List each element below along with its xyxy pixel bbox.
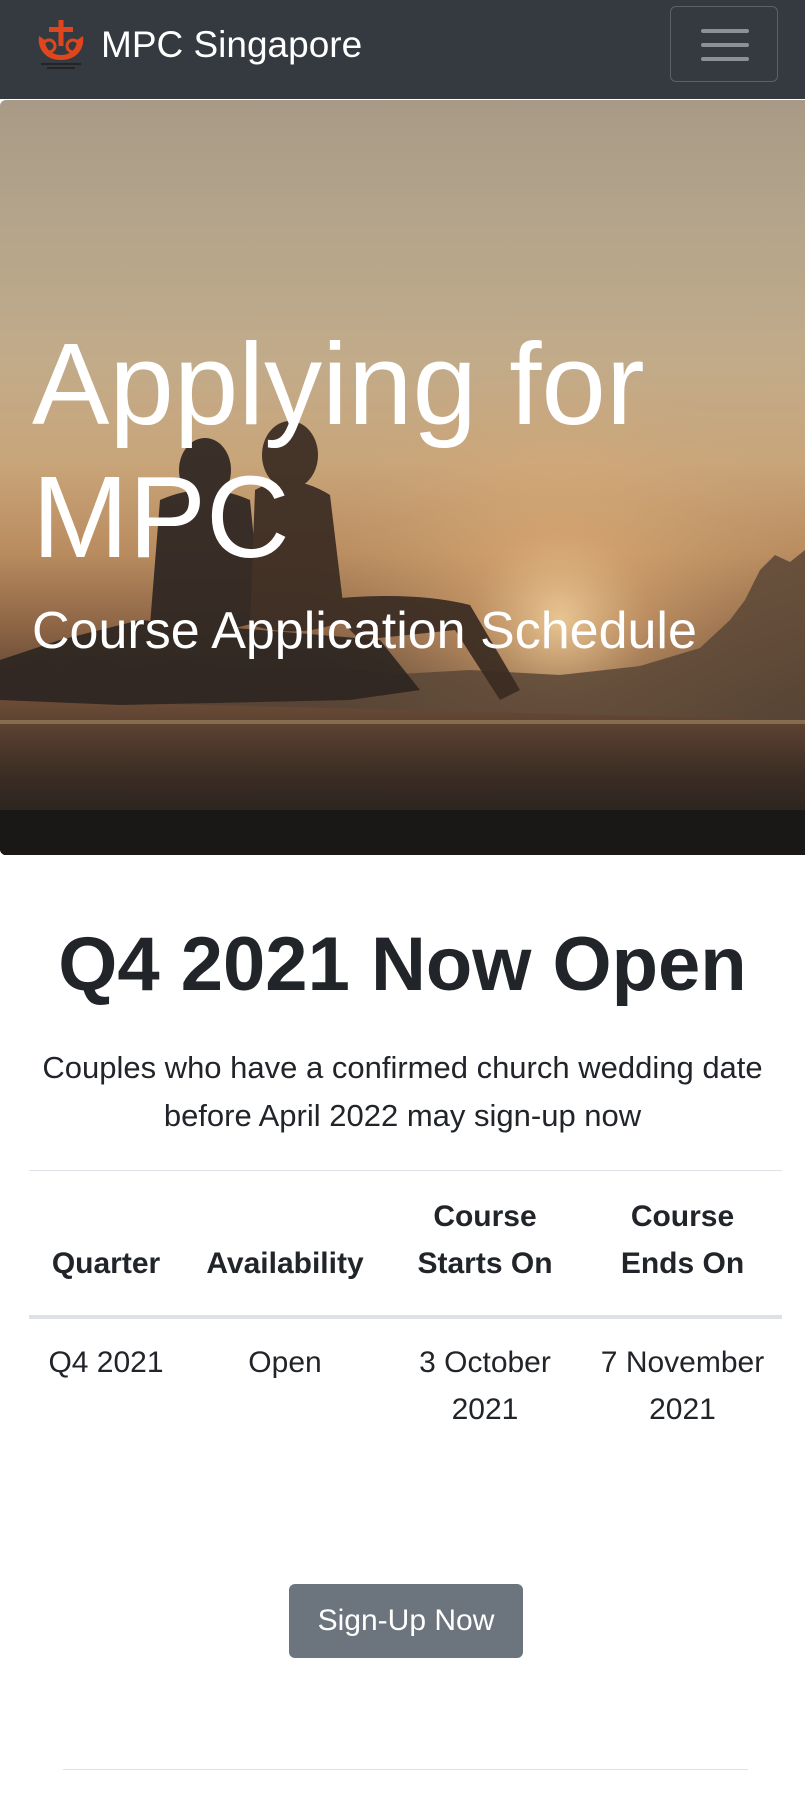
sign-up-button[interactable]: Sign-Up Now [289, 1584, 523, 1658]
church-anchor-logo-icon [38, 20, 84, 69]
column-header-course-starts: Course Starts On [387, 1170, 583, 1319]
cell-quarter: Q4 2021 [48, 1346, 164, 1379]
cell-availability: Open [248, 1346, 322, 1379]
navbar-toggler-button[interactable] [670, 6, 778, 82]
section-divider [63, 1769, 748, 1770]
hero-banner: Applying for MPC Course Application Sche… [0, 100, 805, 855]
lead-paragraph: Couples who have a confirmed church wedd… [42, 1050, 763, 1133]
column-header-quarter: Quarter [29, 1170, 183, 1319]
table-header-row: Quarter Availability Course Starts On Co… [29, 1170, 782, 1319]
navbar: MPC Singapore [0, 0, 805, 99]
column-header-course-ends: Course Ends On [583, 1170, 782, 1319]
hero-title: Applying for MPC [32, 319, 645, 582]
column-header-availability: Availability [183, 1170, 387, 1319]
section-heading: Q4 2021 Now Open [58, 922, 747, 1007]
brand-name[interactable]: MPC Singapore [101, 19, 362, 71]
hero-subtitle: Course Application Schedule [32, 602, 697, 660]
cell-course-ends: 7 November 2021 [600, 1346, 765, 1426]
schedule-table: Quarter Availability Course Starts On Co… [29, 1170, 782, 1453]
hamburger-menu-icon [701, 29, 749, 33]
table-row: Q4 2021 Open 3 October 2021 7 November 2… [29, 1317, 782, 1453]
cell-course-starts: 3 October 2021 [419, 1346, 551, 1426]
